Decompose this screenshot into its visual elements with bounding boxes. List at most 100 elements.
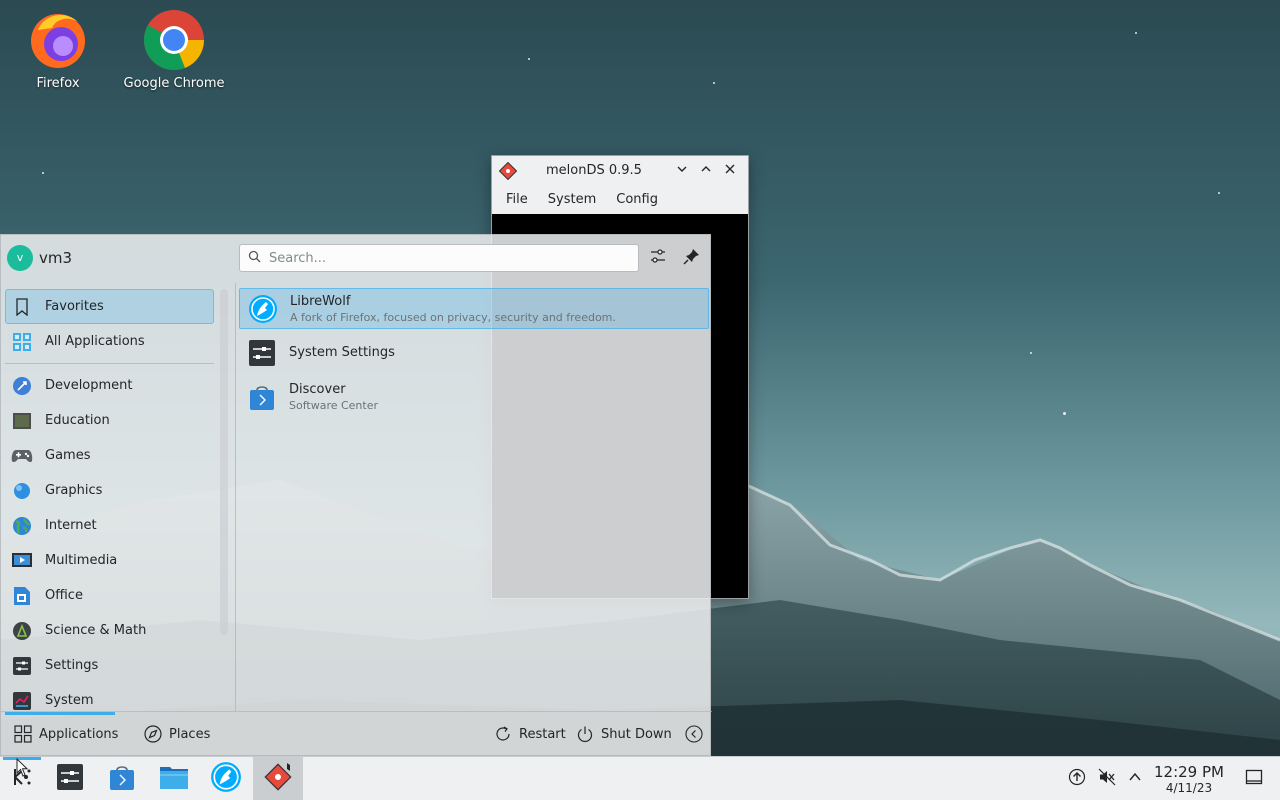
app-name: LibreWolf [290,293,351,309]
menu-system[interactable]: System [538,192,606,207]
system-settings-icon [247,338,277,368]
category-settings[interactable]: Settings [1,648,219,683]
category-office[interactable]: Office [1,578,219,613]
app-item-system-settings[interactable]: System Settings [239,332,709,373]
firefox-icon [26,8,90,72]
app-description: Software Center [289,398,379,412]
category-science-math[interactable]: Science & Math [1,613,219,648]
category-development[interactable]: Development [1,368,219,403]
mouse-cursor-icon [16,757,30,782]
system-settings-icon [56,763,84,795]
compass-icon [143,724,163,744]
configure-button[interactable] [646,246,670,270]
app-item-librewolf[interactable]: LibreWolf A fork of Firefox, focused on … [239,288,709,329]
taskbar-file-manager[interactable] [156,761,192,797]
category-scrollbar[interactable] [220,289,228,635]
launcher-header: v vm3 [1,235,712,283]
desktop-icon-firefox[interactable]: Firefox [3,8,113,91]
category-graphics[interactable]: Graphics [1,473,219,508]
category-label: Games [45,448,91,463]
tray-updates[interactable] [1067,768,1087,790]
show-desktop-icon [1245,768,1263,790]
category-label: Science & Math [45,623,147,638]
category-label: Internet [45,518,97,533]
system-icon [11,690,33,712]
category-all-applications[interactable]: All Applications [1,324,219,359]
app-name: Discover [289,381,346,397]
tab-label: Places [169,726,211,742]
search-box[interactable] [239,244,639,272]
category-label: Favorites [45,299,104,314]
app-description: A fork of Firefox, focused on privacy, s… [290,310,616,324]
discover-icon [247,382,277,412]
pin-button[interactable] [680,246,704,270]
tab-label: Applications [39,726,119,742]
settings-icon [11,655,33,677]
tab-places[interactable]: Places [143,724,210,744]
tray-expand[interactable] [1125,769,1145,789]
avatar[interactable]: v [7,245,33,271]
office-icon [11,585,33,607]
librewolf-icon [248,294,278,324]
shutdown-label: Shut Down [601,726,672,742]
taskbar-system-settings[interactable] [52,761,88,797]
category-label: System [45,693,94,708]
digital-clock[interactable]: 12:29 PM 4/11/23 [1150,763,1228,795]
menu-file[interactable]: File [496,192,538,207]
taskbar: 12:29 PM 4/11/23 [0,756,1280,800]
desktop-icon-chrome[interactable]: Google Chrome [119,8,229,91]
discover-icon [108,763,136,795]
chevron-left-icon [684,724,704,744]
multimedia-icon [11,550,33,572]
folder-icon [159,763,189,795]
clock-time: 12:29 PM [1154,763,1224,781]
graphics-icon [11,480,33,502]
search-input[interactable] [269,250,619,266]
window-titlebar[interactable]: melonDS 0.9.5 [492,156,748,185]
category-multimedia[interactable]: Multimedia [1,543,219,578]
category-label: Graphics [45,483,103,498]
show-desktop-button[interactable] [1244,769,1264,789]
category-label: Development [45,378,133,393]
tray-volume[interactable] [1097,768,1117,789]
melonds-icon [262,761,294,797]
category-label: Education [45,413,110,428]
window-menubar: File System Config [492,185,748,214]
update-icon [1068,768,1086,790]
shutdown-button[interactable]: Shut Down [575,724,672,744]
search-icon [248,250,261,267]
chevron-up-icon [1128,770,1142,788]
category-list: Favorites All Applications Development E… [1,283,219,711]
category-system[interactable]: System [1,683,219,711]
close-button[interactable] [718,163,742,179]
category-internet[interactable]: Internet [1,508,219,543]
category-games[interactable]: Games [1,438,219,473]
taskbar-discover[interactable] [104,761,140,797]
grid-icon [11,331,33,353]
category-separator [5,363,214,364]
favorites-list: LibreWolf A fork of Firefox, focused on … [239,288,709,420]
science-icon [11,620,33,642]
desktop-icon-label: Google Chrome [123,76,225,91]
minimize-button[interactable] [670,163,694,179]
window-title: melonDS 0.9.5 [546,163,642,178]
pane-divider [235,283,236,711]
app-item-discover[interactable]: Discover Software Center [239,376,709,417]
pin-icon [683,247,701,269]
category-favorites[interactable]: Favorites [5,289,214,324]
category-label: All Applications [45,334,145,349]
menu-config[interactable]: Config [606,192,668,207]
category-label: Settings [45,658,99,673]
maximize-button[interactable] [694,163,718,179]
more-options-button[interactable] [684,724,710,744]
clock-date: 4/11/23 [1165,781,1213,795]
melonds-app-icon [498,161,518,181]
globe-icon [11,515,33,537]
restart-label: Restart [519,726,566,742]
sliders-icon [649,247,667,269]
restart-button[interactable]: Restart [493,724,566,744]
tab-applications[interactable]: Applications [13,724,118,744]
category-education[interactable]: Education [1,403,219,438]
taskbar-melonds[interactable] [253,757,303,800]
taskbar-librewolf[interactable] [208,761,244,797]
